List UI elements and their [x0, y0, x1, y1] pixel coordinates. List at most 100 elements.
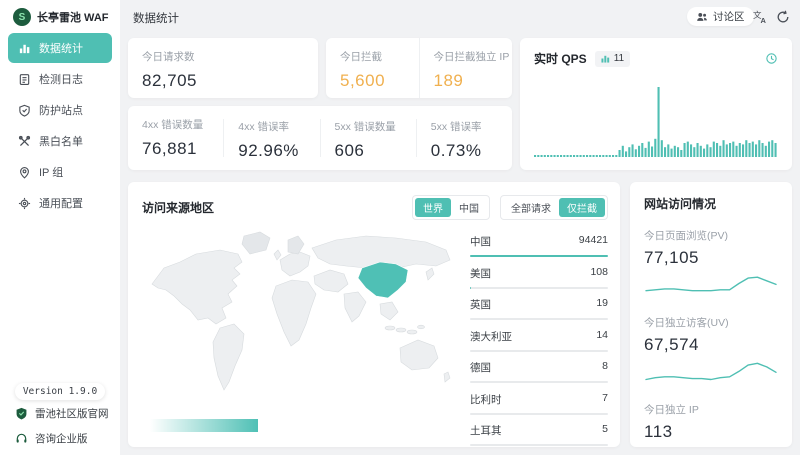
blocks-card: 今日拦截 5,600 今日拦截独立 IP 189: [326, 38, 512, 98]
country-row: 比利时 7: [470, 392, 608, 415]
region-card: 访问来源地区 世界 中国 全部请求 仅拦截: [128, 182, 620, 447]
err5xx-count-value: 606: [335, 141, 416, 161]
country-name: 美国: [470, 266, 491, 281]
filter-toggle: 全部请求 仅拦截: [500, 195, 608, 220]
language-switch-icon[interactable]: 文A: [751, 8, 769, 26]
log-icon: [18, 73, 31, 86]
sidebar-menu: 数据统计 检测日志 防护站点 黑白名单 IP 组 通用配置: [8, 33, 112, 219]
blocks-value: 5,600: [340, 71, 419, 91]
err4xx-count-value: 76,881: [142, 139, 223, 159]
country-list: 中国94421美国108英国19澳大利亚14德国8比利时7土耳其5: [470, 234, 608, 455]
country-bar: [470, 287, 608, 289]
country-name: 英国: [470, 297, 491, 312]
crossed-tools-icon: [18, 135, 31, 148]
filter-blocked-option[interactable]: 仅拦截: [559, 198, 605, 217]
error-stats-card: 4xx 错误数量 76,881 4xx 错误率 92.96% 5xx 错误数量 …: [128, 106, 512, 170]
shield-check-icon: [18, 104, 31, 117]
world-map[interactable]: [138, 224, 468, 419]
community-site-link[interactable]: 雷池社区版官网: [15, 406, 109, 421]
uv-label: 今日独立访客(UV): [644, 315, 778, 330]
err5xx-rate-stat: 5xx 错误率 0.73%: [416, 119, 512, 157]
sidebar-item-label: 防护站点: [39, 102, 83, 118]
pv-label: 今日页面浏览(PV): [644, 228, 778, 243]
filter-all-option[interactable]: 全部请求: [503, 198, 559, 217]
app-title: 长亭雷池 WAF: [37, 9, 109, 25]
app-logo: S 长亭雷池 WAF: [13, 8, 109, 26]
pv-sparkline: [644, 271, 778, 299]
sidebar-item-detection-logs[interactable]: 检测日志: [8, 64, 112, 94]
map-greenland: [242, 232, 270, 254]
bar-chart-icon: [18, 42, 31, 55]
mini-bars-icon: [601, 54, 610, 63]
qps-chart: [534, 83, 778, 161]
sidebar-item-blackwhite-list[interactable]: 黑白名单: [8, 126, 112, 156]
region-title: 访问来源地区: [142, 199, 214, 216]
country-name: 土耳其: [470, 423, 502, 438]
sidebar-item-protected-sites[interactable]: 防护站点: [8, 95, 112, 125]
country-name: 比利时: [470, 392, 502, 407]
country-bar: [470, 318, 608, 320]
country-name: 中国: [470, 234, 491, 249]
ip-label: 今日独立 IP: [644, 402, 778, 417]
country-value: 19: [596, 297, 608, 312]
err5xx-rate-value: 0.73%: [431, 141, 512, 161]
map-middle-east: [314, 270, 348, 292]
uv-value: 67,574: [644, 335, 778, 355]
block-ips-stat: 今日拦截独立 IP 189: [419, 38, 513, 98]
sidebar-item-label: 黑白名单: [39, 133, 83, 149]
sidebar-item-label: 数据统计: [39, 40, 83, 56]
sidebar-item-label: IP 组: [39, 164, 63, 180]
err4xx-rate-label: 4xx 错误率: [238, 119, 319, 134]
sidebar-item-general-settings[interactable]: 通用配置: [8, 188, 112, 218]
map-gradient-legend: [150, 419, 258, 432]
country-value: 14: [596, 329, 608, 344]
sidebar-item-label: 通用配置: [39, 195, 83, 211]
ip-value: 113: [644, 422, 778, 442]
country-bar: [470, 413, 608, 415]
sidebar-item-label: 检测日志: [39, 71, 83, 87]
err4xx-rate-value: 92.96%: [238, 141, 319, 161]
country-value: 108: [590, 266, 608, 281]
page-title: 数据统计: [133, 10, 179, 26]
country-name: 德国: [470, 360, 491, 375]
country-row: 中国 94421: [470, 234, 608, 257]
refresh-icon[interactable]: [774, 8, 792, 26]
community-site-label: 雷池社区版官网: [35, 406, 109, 421]
country-value: 94421: [579, 234, 608, 249]
country-row: 美国 108: [470, 266, 608, 289]
enterprise-consult-link[interactable]: 咨询企业版: [15, 431, 88, 446]
logo-icon: S: [13, 8, 31, 26]
gear-icon: [18, 197, 31, 210]
headset-icon: [15, 432, 28, 445]
err5xx-rate-label: 5xx 错误率: [431, 119, 512, 134]
map-north-america: [152, 250, 242, 324]
err5xx-count-stat: 5xx 错误数量 606: [320, 119, 416, 157]
pv-value: 77,105: [644, 248, 778, 268]
country-value: 7: [602, 392, 608, 407]
forum-button[interactable]: 讨论区: [687, 7, 754, 26]
map-china-highlighted: [358, 262, 408, 298]
scope-china-option[interactable]: 中国: [451, 198, 487, 217]
sidebar-item-statistics[interactable]: 数据统计: [8, 33, 112, 63]
enterprise-consult-label: 咨询企业版: [35, 431, 88, 446]
map-new-zealand: [444, 372, 450, 382]
country-bar: [470, 350, 608, 352]
qps-card: 实时 QPS 11: [520, 38, 792, 170]
country-row: 英国 19: [470, 297, 608, 320]
country-name: 澳大利亚: [470, 329, 512, 344]
map-africa: [272, 280, 316, 346]
qps-badge-value: 11: [614, 53, 624, 64]
country-row: 澳大利亚 14: [470, 329, 608, 352]
err4xx-count-label: 4xx 错误数量: [142, 117, 223, 132]
sidebar-item-ip-groups[interactable]: IP 组: [8, 157, 112, 187]
country-bar: [470, 444, 608, 446]
pv-metric: 今日页面浏览(PV) 77,105: [644, 228, 778, 299]
blocks-stat: 今日拦截 5,600: [326, 38, 419, 98]
country-row: 德国8: [470, 360, 608, 383]
map-uk: [274, 250, 281, 260]
country-bar: [470, 381, 608, 383]
shield-icon: [15, 407, 28, 420]
scope-world-option[interactable]: 世界: [415, 198, 451, 217]
history-icon[interactable]: [765, 52, 778, 65]
forum-button-label: 讨论区: [713, 9, 745, 24]
